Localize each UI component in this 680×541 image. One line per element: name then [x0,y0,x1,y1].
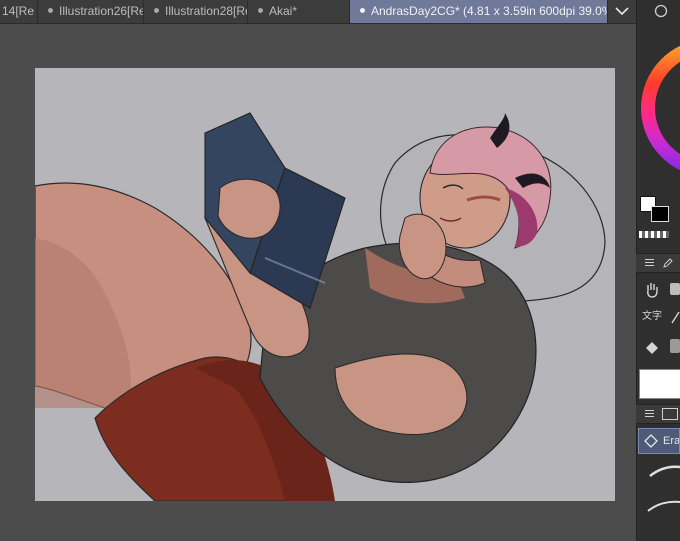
tab-akai[interactable]: Akai* [248,0,350,23]
tab-list-menu-button[interactable] [608,0,636,23]
pen-tool[interactable] [670,311,680,325]
tab-illustration26[interactable]: Illustration26[Re [38,0,144,23]
hand-icon [647,283,658,298]
unsaved-dot-icon [258,8,263,14]
tab-14[interactable]: 14[Re [0,0,38,23]
subtool-eraser[interactable]: Era [638,428,680,454]
brush-stroke-icon [647,500,680,512]
transparent-color-swatch[interactable] [639,231,669,238]
color-wheel-ring [641,45,680,171]
document-tab-bar: 14[Re Illustration26[Re Illustration28[R… [0,0,636,24]
canvas-workspace[interactable] [0,24,636,541]
hand-tool[interactable] [641,279,663,301]
text-tool[interactable]: 文字 [641,306,663,328]
artwork-illustration [35,112,606,501]
text-icon: 文字 [642,311,662,322]
gradient-tool[interactable] [670,339,680,353]
pen-icon [671,311,680,324]
panel-options-icon[interactable] [650,0,672,22]
chevron-down-icon [615,7,629,16]
ruler-tool[interactable] [670,283,680,295]
eraser-label: Era [663,435,680,447]
tab-label: Illustration28[Re [165,4,248,18]
fill-bucket-icon [646,342,658,354]
panel-options-icon [654,4,668,18]
sub-color-swatch[interactable] [651,206,669,222]
panel-header-subtool [636,404,680,424]
drawing-canvas[interactable] [35,68,615,501]
fill-tool[interactable] [641,337,663,359]
eraser-icon [644,434,658,448]
subtool-group-icon[interactable] [662,408,678,420]
tab-label: Akai* [269,4,298,18]
unsaved-dot-icon [48,8,53,14]
unsaved-dot-icon [360,8,365,14]
unsaved-dot-icon [154,8,159,14]
tab-label: AndrasDay2CG* (4.81 x 3.59in 600dpi 39.0… [371,4,608,18]
tab-andrasday2cg[interactable]: AndrasDay2CG* (4.81 x 3.59in 600dpi 39.0… [350,0,608,23]
brush-stroke-icon [649,465,680,477]
current-color-bar[interactable] [639,369,680,399]
tab-illustration28[interactable]: Illustration28[Re [144,0,248,23]
tab-label: Illustration26[Re [59,4,144,18]
brush-stroke-preview-1[interactable] [640,458,680,488]
panel-header-tools [636,253,680,273]
tab-label: 14[Re [2,4,35,18]
color-wheel[interactable] [638,26,680,196]
hamburger-icon[interactable] [645,410,654,417]
hamburger-icon[interactable] [645,259,654,266]
pencil-icon[interactable] [663,258,673,268]
brush-stroke-preview-2[interactable] [640,493,680,523]
